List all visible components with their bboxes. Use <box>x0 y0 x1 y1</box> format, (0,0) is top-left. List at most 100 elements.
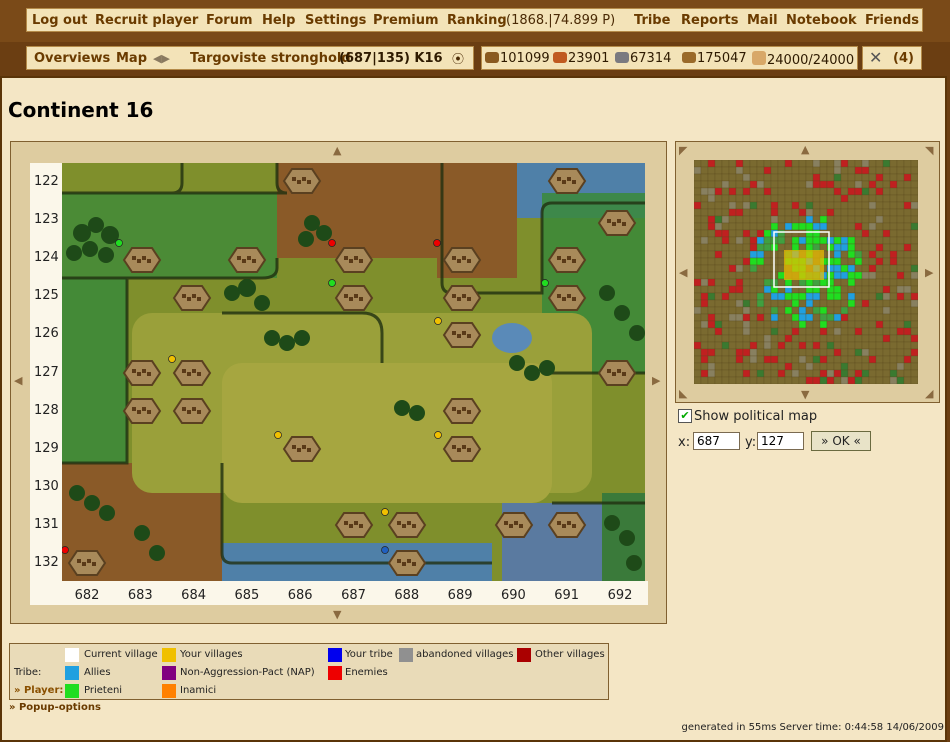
minimap-left-icon[interactable]: ◀ <box>679 266 687 279</box>
village-icon[interactable] <box>172 398 212 424</box>
show-political-label: Show political map <box>694 409 818 424</box>
attacks-box[interactable]: ✕ (4) <box>862 46 922 70</box>
village-icon[interactable] <box>334 285 374 311</box>
legend-prieteni-swatch <box>65 684 79 698</box>
legend-nap: Non-Aggression-Pact (NAP) <box>180 667 315 678</box>
village-bar: Overviews Map ◀▶ Targoviste stronghold (… <box>26 46 474 70</box>
legend-tribe-label: Tribe: <box>14 667 42 678</box>
village-marker <box>381 546 389 554</box>
minimap[interactable] <box>694 160 918 384</box>
village-icon[interactable] <box>387 550 427 576</box>
village-icon[interactable] <box>597 210 637 236</box>
village-icon[interactable] <box>334 247 374 273</box>
x-input[interactable] <box>693 432 740 450</box>
minimap-down-icon[interactable]: ▼ <box>801 388 809 401</box>
menu-logout[interactable]: Log out <box>32 13 87 28</box>
village-icon[interactable] <box>442 285 482 311</box>
menu-help[interactable]: Help <box>262 13 295 28</box>
menu-friends[interactable]: Friends <box>865 13 919 28</box>
y-input[interactable] <box>757 432 804 450</box>
map-terrain <box>62 163 645 581</box>
village-icon[interactable] <box>334 512 374 538</box>
overviews-link[interactable]: Overviews <box>34 51 110 66</box>
legend-abandoned: abandoned villages <box>416 649 514 660</box>
village-icon[interactable] <box>122 398 162 424</box>
map-scroll-up-icon[interactable]: ▲ <box>333 144 341 157</box>
y-label: 124 <box>34 250 59 266</box>
minimap-down-left-icon[interactable]: ◣ <box>679 387 687 400</box>
menu-settings[interactable]: Settings <box>305 13 366 28</box>
village-icon[interactable] <box>442 322 482 348</box>
x-label: 687 <box>341 588 366 603</box>
legend-enemies: Enemies <box>345 667 388 678</box>
village-icon[interactable] <box>442 398 482 424</box>
clay-resource: 23901 <box>553 51 609 66</box>
map-scroll-down-icon[interactable]: ▼ <box>333 608 341 621</box>
village-marker <box>434 317 442 325</box>
legend: Current village Your villages Your tribe… <box>9 643 609 700</box>
y-label: 130 <box>34 478 59 494</box>
target-icon[interactable]: ⦿ <box>452 50 464 67</box>
y-label: 126 <box>34 326 59 342</box>
legend-enemies-swatch <box>328 666 342 680</box>
village-marker <box>115 239 123 247</box>
village-icon[interactable] <box>227 247 267 273</box>
legend-nap-swatch <box>162 666 176 680</box>
village-icon[interactable] <box>547 168 587 194</box>
main-map[interactable] <box>62 163 645 581</box>
menu-notebook[interactable]: Notebook <box>786 13 857 28</box>
village-icon[interactable] <box>122 360 162 386</box>
x-label: 683 <box>127 588 153 603</box>
village-icon[interactable] <box>282 436 322 462</box>
page-title: Continent 16 <box>8 98 154 122</box>
wood-resource: 101099 <box>485 51 550 66</box>
ok-button[interactable]: » OK « <box>811 431 871 451</box>
menu-ranking[interactable]: Ranking <box>447 13 507 28</box>
village-icon[interactable] <box>597 360 637 386</box>
village-marker <box>168 355 176 363</box>
village-icon[interactable] <box>547 247 587 273</box>
village-icon[interactable] <box>494 512 534 538</box>
village-icon[interactable] <box>387 512 427 538</box>
legend-prieteni: Prieteni <box>84 685 123 696</box>
menu-premium[interactable]: Premium <box>373 13 439 28</box>
menu-mail[interactable]: Mail <box>747 13 778 28</box>
menu-tribe[interactable]: Tribe <box>634 13 670 28</box>
y-label: 127 <box>34 364 59 380</box>
iron-resource: 67314 <box>615 51 671 66</box>
village-icon[interactable] <box>282 168 322 194</box>
minimap-right-icon[interactable]: ▶ <box>925 266 933 279</box>
attacks-count: (4) <box>893 51 914 66</box>
village-marker <box>62 546 69 554</box>
map-scroll-left-icon[interactable]: ◀ <box>14 374 22 387</box>
village-icon[interactable] <box>547 285 587 311</box>
menu-recruit-player[interactable]: Recruit player <box>95 13 198 28</box>
x-input-label: x: <box>678 435 691 450</box>
village-icon[interactable] <box>122 247 162 273</box>
village-icon[interactable] <box>172 360 212 386</box>
minimap-down-right-icon[interactable]: ◢ <box>925 387 933 400</box>
village-name[interactable]: Targoviste stronghold <box>190 51 351 66</box>
show-political-checkbox[interactable]: ✔ <box>678 409 692 423</box>
minimap-up-right-icon[interactable]: ◥ <box>925 144 933 157</box>
map-link[interactable]: Map <box>116 51 147 66</box>
legend-current-swatch <box>65 648 79 662</box>
minimap-up-left-icon[interactable]: ◤ <box>679 144 687 157</box>
legend-inamici-swatch <box>162 684 176 698</box>
popup-options-link[interactable]: » Popup-options <box>9 702 101 713</box>
x-label: 692 <box>607 588 633 603</box>
village-icon[interactable] <box>442 436 482 462</box>
own-territory <box>784 250 824 280</box>
storage-icon <box>682 52 696 63</box>
map-scroll-right-icon[interactable]: ▶ <box>652 374 660 387</box>
village-icon[interactable] <box>67 550 107 576</box>
resource-bar: 101099 23901 67314 175047 24000/24000 <box>481 46 858 70</box>
village-icon[interactable] <box>547 512 587 538</box>
menu-forum[interactable]: Forum <box>206 13 253 28</box>
village-icon[interactable] <box>172 285 212 311</box>
y-label: 128 <box>34 402 59 418</box>
village-switch-arrows[interactable]: ◀▶ <box>153 52 170 65</box>
minimap-up-icon[interactable]: ▲ <box>801 143 809 156</box>
menu-reports[interactable]: Reports <box>681 13 738 28</box>
village-icon[interactable] <box>442 247 482 273</box>
